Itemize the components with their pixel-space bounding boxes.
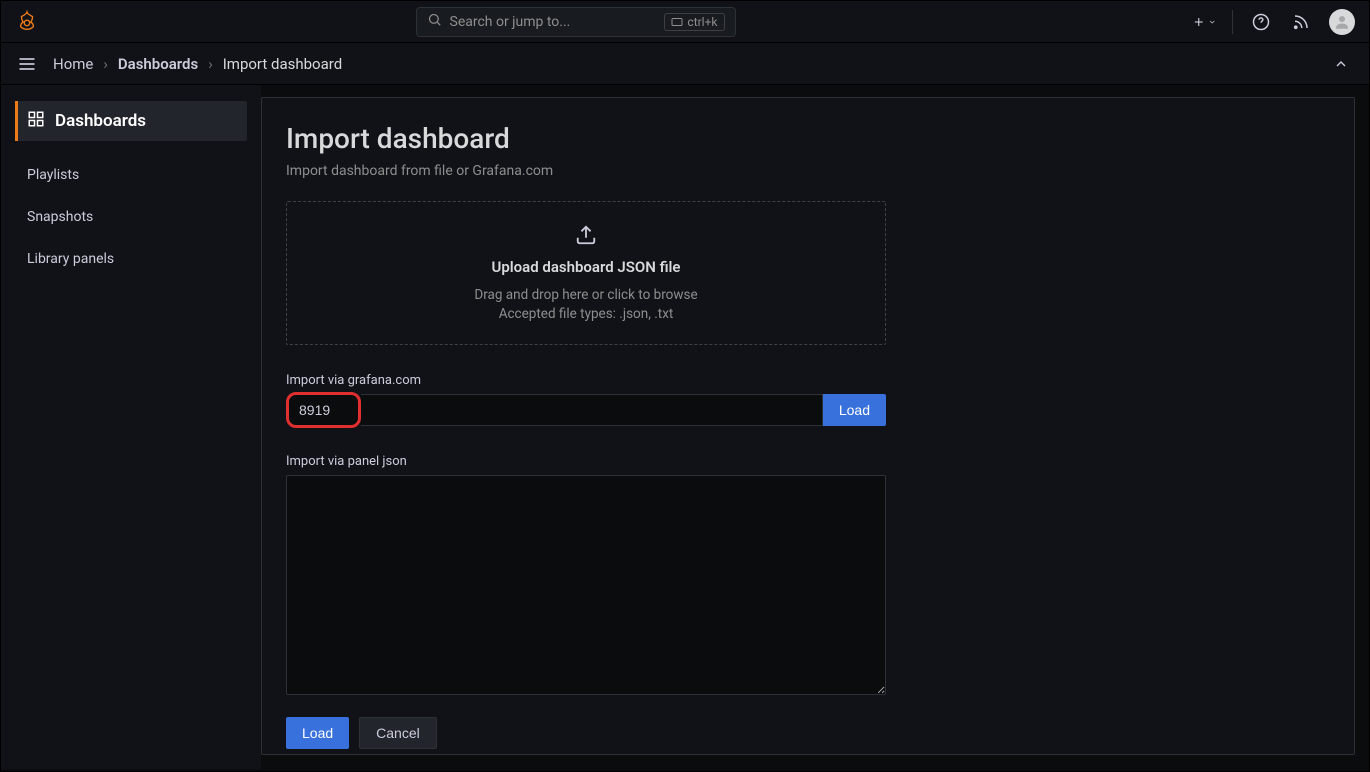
sidebar-item-label: Dashboards xyxy=(55,111,146,131)
topbar: Search or jump to... ctrl+k xyxy=(1,1,1369,43)
sidebar-item-label: Playlists xyxy=(27,167,79,183)
search-icon xyxy=(427,12,442,31)
load-button[interactable]: Load xyxy=(286,717,349,749)
help-icon[interactable] xyxy=(1249,10,1273,34)
import-url-input[interactable] xyxy=(286,392,361,428)
topbar-right xyxy=(1192,9,1355,35)
menu-toggle-icon[interactable] xyxy=(15,52,39,76)
dashboards-icon xyxy=(27,110,45,133)
import-json-label: Import via panel json xyxy=(286,454,886,469)
main: Dashboards Playlists Snapshots Library p… xyxy=(1,85,1369,769)
search-shortcut-badge: ctrl+k xyxy=(664,13,724,31)
search-placeholder: Search or jump to... xyxy=(450,14,657,30)
sidebar-item-snapshots[interactable]: Snapshots xyxy=(15,197,247,237)
user-avatar[interactable] xyxy=(1329,9,1355,35)
sidebar: Dashboards Playlists Snapshots Library p… xyxy=(1,85,261,769)
divider xyxy=(1232,10,1233,34)
sidebar-item-playlists[interactable]: Playlists xyxy=(15,155,247,195)
page-subtitle: Import dashboard from file or Grafana.co… xyxy=(286,163,1330,179)
upload-dropzone[interactable]: Upload dashboard JSON file Drag and drop… xyxy=(286,201,886,345)
dropzone-hint: Drag and drop here or click to browse Ac… xyxy=(307,286,865,324)
grafana-logo-icon[interactable] xyxy=(15,10,39,34)
sidebar-item-label: Library panels xyxy=(27,251,114,267)
chevron-right-icon: › xyxy=(208,55,213,73)
rss-icon[interactable] xyxy=(1289,10,1313,34)
global-search[interactable]: Search or jump to... ctrl+k xyxy=(416,7,736,37)
sidebar-item-dashboards[interactable]: Dashboards xyxy=(15,101,247,141)
content: Import dashboard Import dashboard from f… xyxy=(261,97,1355,755)
breadcrumb: Home › Dashboards › Import dashboard xyxy=(53,55,342,73)
import-url-label: Import via grafana.com xyxy=(286,373,886,388)
sidebar-item-label: Snapshots xyxy=(27,209,93,225)
cancel-button[interactable]: Cancel xyxy=(359,717,437,749)
breadcrumb-current: Import dashboard xyxy=(223,55,342,73)
chevron-right-icon: › xyxy=(103,55,108,73)
add-button[interactable] xyxy=(1192,10,1216,34)
import-json-textarea[interactable] xyxy=(286,475,886,695)
page-title: Import dashboard xyxy=(286,122,1330,155)
sidebar-item-library-panels[interactable]: Library panels xyxy=(15,239,247,279)
load-url-button[interactable]: Load xyxy=(823,394,886,426)
breadcrumb-dashboards[interactable]: Dashboards xyxy=(118,55,198,73)
breadcrumb-home[interactable]: Home xyxy=(53,55,93,73)
dropzone-title: Upload dashboard JSON file xyxy=(307,258,865,276)
breadcrumb-bar: Home › Dashboards › Import dashboard xyxy=(1,43,1369,85)
import-url-input-remainder[interactable] xyxy=(361,394,823,426)
collapse-icon[interactable] xyxy=(1327,50,1355,78)
upload-icon xyxy=(307,224,865,246)
